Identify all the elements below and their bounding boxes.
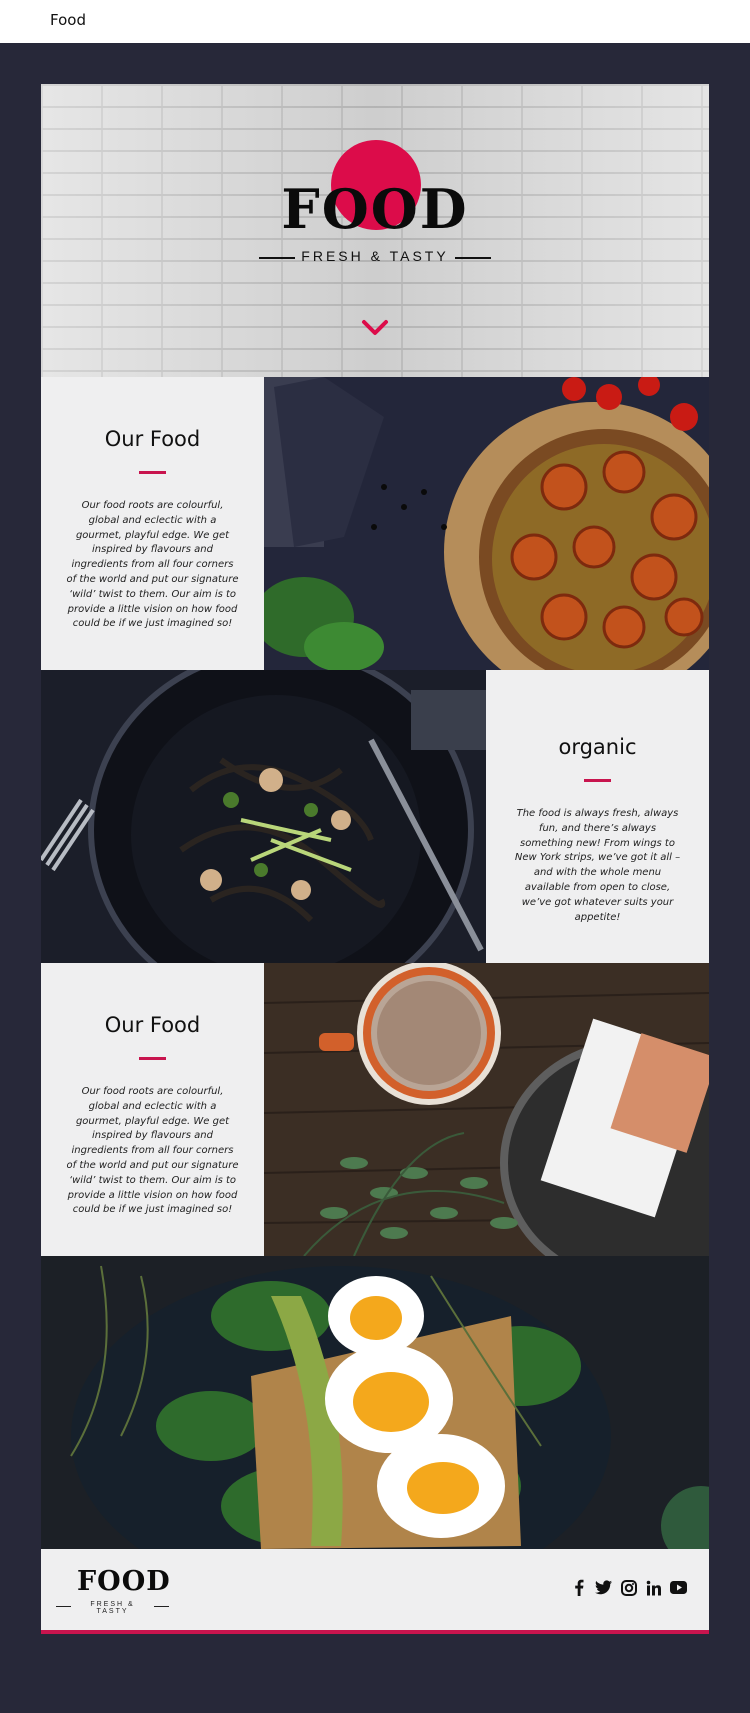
hero-banner: FOOD FRESH & TASTY [41,84,709,377]
hero-logo: FOOD [281,177,469,241]
linkedin-icon[interactable] [645,1579,662,1596]
tagline-line-right [154,1606,169,1607]
text-panel: Our Food Our food roots are colourful, g… [41,963,264,1256]
footer-tagline-row: FRESH & TASTY [56,1601,169,1615]
social-links [570,1579,687,1601]
chevron-down-icon[interactable] [361,318,389,338]
footer-logo[interactable]: FOOD [77,1566,171,1597]
tagline-line-left [56,1606,71,1607]
section-heading: Our Food [104,1013,201,1037]
heading-accent-bar [584,779,611,782]
hero-tagline: FRESH & TASTY [301,248,449,264]
tagline-line-right [455,257,491,259]
coffee-photo [264,963,709,1256]
section-our-food-2: Our Food Our food roots are colourful, g… [41,963,709,1256]
section-heading: Our Food [104,427,201,451]
section-organic: organic The food is always fresh, always… [41,670,709,963]
tagline-line-left [259,257,295,259]
twitter-icon[interactable] [595,1579,612,1596]
pasta-photo [41,670,486,963]
section-heading: organic [558,735,637,759]
text-panel: Our Food Our food roots are colourful, g… [41,377,264,670]
youtube-icon[interactable] [670,1579,687,1596]
footer-tagline: FRESH & TASTY [90,1601,135,1615]
section-body: Our food roots are colourful, global and… [66,500,239,630]
egg-sandwich-photo [41,1256,709,1549]
section-our-food: Our Food Our food roots are colourful, g… [41,377,709,670]
section-body: Our food roots are colourful, global and… [66,1086,239,1216]
instagram-icon[interactable] [620,1579,637,1596]
site-brand[interactable]: Food [50,11,86,29]
text-panel: organic The food is always fresh, always… [486,670,709,963]
facebook-icon[interactable] [570,1579,587,1596]
heading-accent-bar [139,471,166,474]
section-body: The food is always fresh, always fun, an… [514,808,681,923]
pizza-photo [264,377,709,670]
footer: FOOD FRESH & TASTY [41,1549,709,1634]
heading-accent-bar [139,1057,166,1060]
top-bar: Food [0,0,750,43]
hero-tagline-row: FRESH & TASTY [259,247,491,267]
